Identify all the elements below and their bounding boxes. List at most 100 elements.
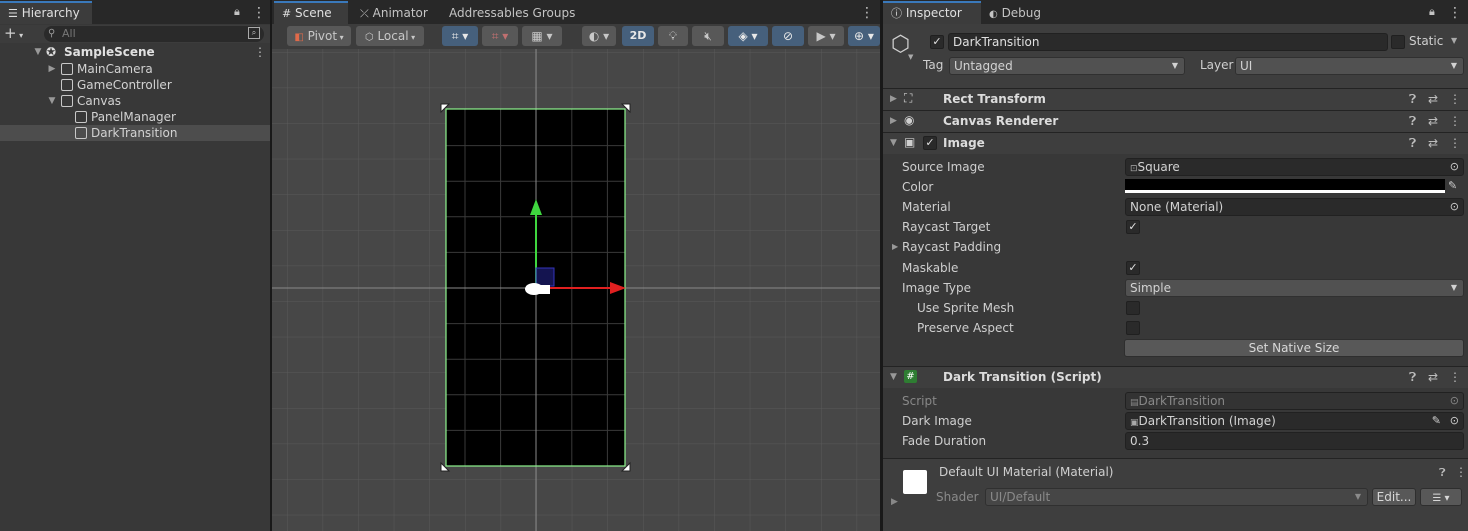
presets-icon[interactable]: ⇄ bbox=[1428, 93, 1438, 106]
list-item[interactable]: GameController bbox=[0, 77, 270, 93]
set-native-size-button[interactable]: Set Native Size bbox=[1124, 339, 1464, 357]
rect-transform-header[interactable]: ▶ ⛶ Rect Transform ❓︎ ⇄ ⋮ bbox=[883, 88, 1468, 110]
component-menu-icon[interactable]: ⋮ bbox=[1449, 371, 1461, 384]
expand-arrow-icon[interactable]: ▶ bbox=[890, 116, 897, 126]
tab-addressables-label: Addressables Groups bbox=[449, 6, 576, 20]
source-image-field[interactable]: ⊡Square ⊙ bbox=[1125, 158, 1464, 176]
expand-arrow-icon[interactable]: ▶ bbox=[892, 242, 898, 251]
expand-arrow-icon[interactable]: ▼ bbox=[890, 372, 897, 382]
help-icon[interactable]: ❓︎ bbox=[1409, 137, 1416, 150]
tab-animator-label: Animator bbox=[372, 6, 428, 20]
object-name-field[interactable]: DarkTransition bbox=[948, 33, 1388, 51]
tab-animator[interactable]: ⤫ Animator bbox=[350, 2, 438, 25]
gizmos-dropdown[interactable]: ⊕ ▾ bbox=[848, 26, 880, 46]
inspector-menu-icon[interactable]: ⋮ bbox=[1448, 6, 1462, 20]
effects-icon: ◈ ▾ bbox=[738, 29, 758, 43]
add-button[interactable]: + ▾ bbox=[4, 25, 30, 43]
tag-dropdown[interactable]: Untagged ▼ bbox=[949, 57, 1185, 75]
presets-icon[interactable]: ⇄ bbox=[1428, 371, 1438, 384]
tab-hierarchy[interactable]: ☰ Hierarchy bbox=[0, 1, 92, 24]
image-header[interactable]: ▼ ▣ ✓ Image ❓︎ ⇄ ⋮ bbox=[883, 132, 1468, 154]
image-enabled-checkbox[interactable]: ✓ bbox=[923, 136, 937, 150]
canvas-renderer-header[interactable]: ▶ ◉ Canvas Renderer ❓︎ ⇄ ⋮ bbox=[883, 110, 1468, 132]
scene-viewport[interactable] bbox=[272, 49, 880, 531]
tab-inspector[interactable]: ⓘ Inspector bbox=[883, 1, 981, 24]
scene-menu-icon[interactable]: ⋮ bbox=[860, 6, 874, 20]
dark-image-field[interactable]: ▣DarkTransition (Image) ✎ ⊙ bbox=[1125, 412, 1464, 430]
expand-arrow-icon[interactable]: ▶ bbox=[890, 94, 897, 104]
hidden-objects-toggle[interactable]: ⊘ bbox=[772, 26, 804, 46]
grid-snap-icon: ⌗ ▾ bbox=[451, 29, 469, 43]
icon-dropdown-arrow-icon[interactable]: ▼ bbox=[908, 53, 913, 61]
search-options-icon[interactable]: ⌕ bbox=[248, 27, 260, 39]
help-icon[interactable]: ❓︎ bbox=[1409, 93, 1416, 106]
active-checkbox[interactable]: ✓ bbox=[930, 35, 944, 49]
object-header: ⬡ ▼ ✓ DarkTransition Static ▼ Tag Untagg… bbox=[883, 24, 1468, 88]
presets-icon[interactable]: ⇄ bbox=[1428, 137, 1438, 150]
object-picker-icon[interactable]: ⊙ bbox=[1450, 199, 1459, 215]
object-picker-icon[interactable]: ⊙ bbox=[1450, 413, 1459, 429]
camera-dropdown[interactable]: ▶ ▾ bbox=[808, 26, 844, 46]
effects-dropdown[interactable]: ◈ ▾ bbox=[728, 26, 768, 46]
eyedropper-icon[interactable]: ✎ bbox=[1448, 179, 1457, 192]
component-menu-icon[interactable]: ⋮ bbox=[1449, 115, 1461, 128]
grid-visibility-button[interactable]: ▦ ▾ bbox=[522, 26, 562, 46]
panel-divider[interactable] bbox=[270, 0, 272, 531]
component-menu-icon[interactable]: ⋮ bbox=[1455, 465, 1467, 479]
object-picker-icon[interactable]: ⊙ bbox=[1450, 159, 1459, 175]
shader-edit-button[interactable]: Edit... bbox=[1372, 488, 1416, 506]
increment-snap-button[interactable]: ⌗ ▾ bbox=[482, 26, 518, 46]
expand-arrow-icon[interactable]: ▼ bbox=[33, 47, 43, 57]
script-field: ▤DarkTransition ⊙ bbox=[1125, 392, 1464, 410]
hierarchy-search-input[interactable]: ⚲ All ⌕ bbox=[44, 26, 264, 42]
material-value: None (Material) bbox=[1130, 200, 1224, 214]
fade-duration-field[interactable]: 0.3 bbox=[1125, 432, 1464, 450]
use-sprite-mesh-checkbox[interactable] bbox=[1126, 301, 1140, 315]
lighting-toggle[interactable]: 💡︎ bbox=[658, 26, 688, 46]
list-item[interactable]: DarkTransition bbox=[0, 125, 270, 141]
expand-arrow-icon[interactable]: ▼ bbox=[890, 138, 897, 148]
list-item[interactable]: PanelManager bbox=[0, 109, 270, 125]
tab-scene[interactable]: # Scene bbox=[274, 1, 348, 24]
expand-arrow-icon[interactable]: ▼ bbox=[47, 96, 57, 106]
component-menu-icon[interactable]: ⋮ bbox=[1449, 93, 1461, 106]
help-icon[interactable]: ❓︎ bbox=[1409, 115, 1416, 128]
material-field[interactable]: None (Material) ⊙ bbox=[1125, 198, 1464, 216]
shader-dropdown[interactable]: UI/Default ▼ bbox=[985, 488, 1368, 506]
object-name: DarkTransition bbox=[953, 35, 1040, 49]
tab-addressables[interactable]: Addressables Groups bbox=[439, 2, 585, 25]
script-header[interactable]: ▼ # Dark Transition (Script) ❓︎ ⇄ ⋮ bbox=[883, 366, 1468, 388]
help-icon[interactable]: ❓︎ bbox=[1409, 371, 1416, 384]
shading-mode-button[interactable]: ◐ ▾ bbox=[582, 26, 616, 46]
list-item[interactable]: ▼ Canvas bbox=[0, 93, 270, 109]
preserve-aspect-checkbox[interactable] bbox=[1126, 321, 1140, 335]
audio-toggle[interactable]: 🔇︎ bbox=[692, 26, 724, 46]
static-dropdown-arrow-icon[interactable]: ▼ bbox=[1451, 36, 1457, 45]
pivot-dropdown[interactable]: ◧ Pivot ▾ bbox=[287, 26, 351, 46]
mode-2d-button[interactable]: 2D bbox=[622, 26, 654, 46]
static-checkbox[interactable] bbox=[1391, 35, 1405, 49]
list-item[interactable]: ▶ MainCamera bbox=[0, 61, 270, 77]
component-menu-icon[interactable]: ⋮ bbox=[1449, 137, 1461, 150]
lock-icon[interactable]: 🔒︎ bbox=[234, 5, 240, 19]
shader-options-button[interactable]: ☰ ▾ bbox=[1420, 488, 1462, 506]
grid-visibility-icon: ▦ ▾ bbox=[531, 29, 553, 43]
scene-row[interactable]: ▼ ✪ SampleScene ⋮ bbox=[0, 44, 270, 60]
color-field[interactable] bbox=[1125, 179, 1445, 193]
tab-debug[interactable]: ◐ Debug bbox=[979, 2, 1051, 25]
expand-arrow-icon[interactable]: ▶ bbox=[891, 497, 898, 507]
local-dropdown[interactable]: ⬡ Local ▾ bbox=[356, 26, 424, 46]
lock-icon[interactable]: 🔒︎ bbox=[1429, 5, 1435, 19]
image-type-dropdown[interactable]: Simple ▼ bbox=[1125, 279, 1464, 297]
expand-arrow-icon[interactable]: ▶ bbox=[47, 64, 57, 74]
help-icon[interactable]: ❓︎ bbox=[1439, 466, 1446, 480]
panel-divider[interactable] bbox=[880, 0, 883, 531]
pencil-icon[interactable]: ✎ bbox=[1432, 413, 1441, 429]
layer-dropdown[interactable]: UI ▼ bbox=[1235, 57, 1464, 75]
maskable-checkbox[interactable]: ✓ bbox=[1126, 261, 1140, 275]
grid-snap-button[interactable]: ⌗ ▾ bbox=[442, 26, 478, 46]
scene-menu-icon[interactable]: ⋮ bbox=[254, 44, 266, 60]
presets-icon[interactable]: ⇄ bbox=[1428, 115, 1438, 128]
raycast-target-checkbox[interactable]: ✓ bbox=[1126, 220, 1140, 234]
hierarchy-menu-icon[interactable]: ⋮ bbox=[252, 6, 266, 20]
